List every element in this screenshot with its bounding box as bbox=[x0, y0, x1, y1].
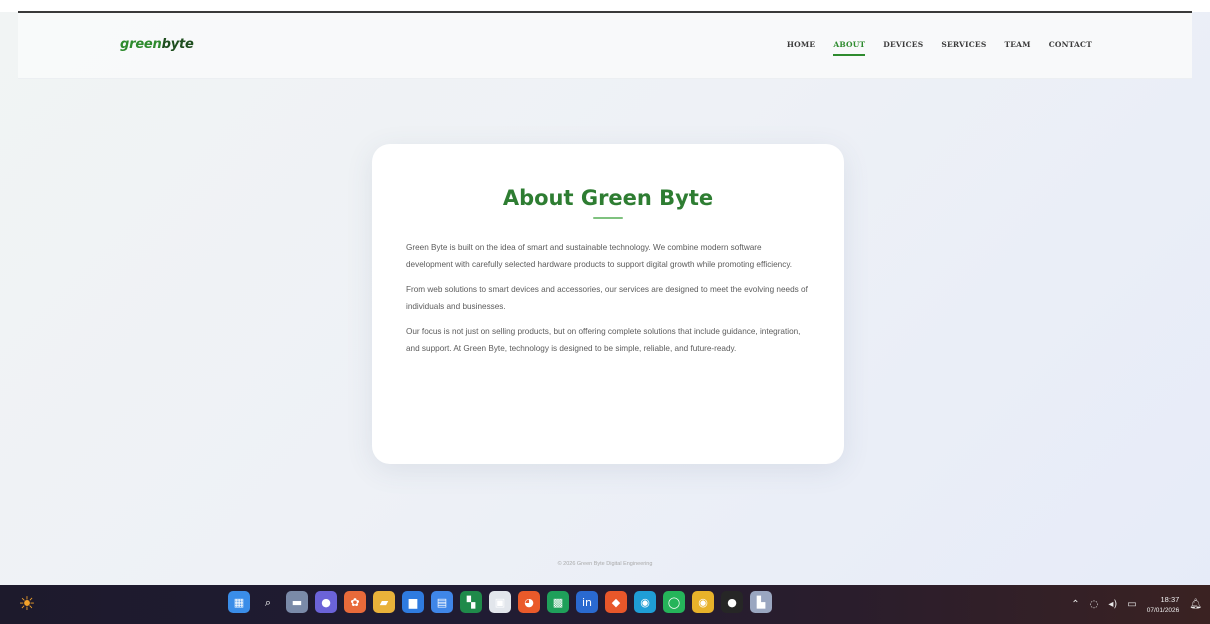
brand-suffix: byte bbox=[161, 37, 194, 52]
meet-icon[interactable]: ● bbox=[315, 591, 337, 613]
store-icon[interactable]: ▆ bbox=[402, 591, 424, 613]
nav-contact[interactable]: CONTACT bbox=[1049, 40, 1092, 53]
nav-services[interactable]: SERVICES bbox=[941, 40, 986, 53]
edge-icon[interactable]: ◉ bbox=[634, 591, 656, 613]
task-view-icon[interactable]: ▬ bbox=[286, 591, 308, 613]
whatsapp-icon[interactable]: ◯ bbox=[663, 591, 685, 613]
nav-home[interactable]: HOME bbox=[787, 40, 815, 53]
about-paragraph-2: From web solutions to smart devices and … bbox=[406, 285, 808, 311]
about-body: Green Byte is built on the idea of smart… bbox=[406, 240, 810, 366]
paint-icon[interactable]: ◕ bbox=[518, 591, 540, 613]
notification-bell-icon[interactable]: 🔔︎ bbox=[1189, 599, 1202, 610]
volume-icon[interactable]: ◂) bbox=[1108, 599, 1117, 610]
taskbar-apps: ▦ ⌕ ▬ ● ✿ ▰ ▆ ▤ ▚ ▣ ◕ ▩ in ◆ ◉ ◯ ◉ ● ▙ bbox=[228, 591, 772, 613]
nav-about[interactable]: ABOUT bbox=[833, 40, 866, 56]
chevron-up-icon[interactable]: ⌃ bbox=[1071, 599, 1079, 610]
title-underline bbox=[593, 217, 623, 219]
weather-widget[interactable]: ☀ bbox=[14, 591, 40, 617]
main-nav: HOME ABOUT DEVICES SERVICES TEAM CONTACT bbox=[769, 40, 1092, 56]
widgets-icon[interactable]: ✿ bbox=[344, 591, 366, 613]
snipping-icon[interactable]: ▙ bbox=[750, 591, 772, 613]
search-icon[interactable]: ⌕ bbox=[257, 591, 279, 613]
windows-start-icon[interactable]: ▦ bbox=[228, 591, 250, 613]
brand-prefix: green bbox=[120, 37, 162, 52]
wifi-icon[interactable]: ◌ bbox=[1090, 599, 1099, 610]
site-header: greenbyte HOME ABOUT DEVICES SERVICES TE… bbox=[18, 13, 1192, 79]
weather-icon: ☀ bbox=[18, 592, 36, 615]
notes-icon[interactable]: ▤ bbox=[431, 591, 453, 613]
brand-logo[interactable]: greenbyte bbox=[120, 37, 194, 52]
clock-time: 18:37 bbox=[1160, 594, 1180, 604]
system-tray: ⌃ ◌ ◂) ▭ 18:37 07/01/2026 🔔︎ bbox=[1071, 585, 1202, 624]
page-footer: © 2026 Green Byte Digital Engineering bbox=[557, 561, 653, 567]
excel-icon[interactable]: ▚ bbox=[460, 591, 482, 613]
about-card: About Green Byte Green Byte is built on … bbox=[372, 144, 844, 464]
nav-team[interactable]: TEAM bbox=[1004, 40, 1030, 53]
nav-devices[interactable]: DEVICES bbox=[883, 40, 923, 53]
clock[interactable]: 18:37 07/01/2026 bbox=[1147, 594, 1180, 616]
battery-icon[interactable]: ▭ bbox=[1127, 599, 1136, 610]
fire-icon[interactable]: ◆ bbox=[605, 591, 627, 613]
circle-app-icon[interactable]: ● bbox=[721, 591, 743, 613]
about-paragraph-1: Green Byte is built on the idea of smart… bbox=[406, 243, 793, 269]
file-explorer-icon[interactable]: ▰ bbox=[373, 591, 395, 613]
about-paragraph-3: Our focus is not just on selling product… bbox=[406, 327, 801, 353]
about-title: About Green Byte bbox=[502, 186, 714, 210]
os-taskbar: ☀ ▦ ⌕ ▬ ● ✿ ▰ ▆ ▤ ▚ ▣ ◕ ▩ in ◆ ◉ ◯ ◉ ● ▙ ⌃ ◌ ◂) ▭ 18:37 07… bbox=[0, 585, 1210, 624]
linkedin-icon[interactable]: in bbox=[576, 591, 598, 613]
calendar-icon[interactable]: ▣ bbox=[489, 591, 511, 613]
media-icon[interactable]: ▩ bbox=[547, 591, 569, 613]
chrome-icon[interactable]: ◉ bbox=[692, 591, 714, 613]
clock-date: 07/01/2026 bbox=[1146, 606, 1180, 614]
top-edge bbox=[0, 0, 1210, 13]
